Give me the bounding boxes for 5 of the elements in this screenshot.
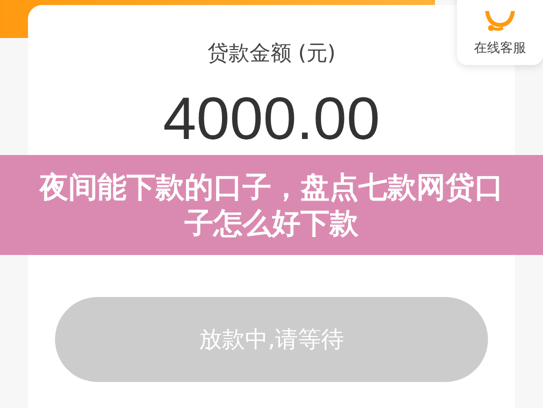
banner-title: 夜间能下款的口子，盘点七款网贷口子怎么好下款 [38, 168, 504, 242]
customer-service-button[interactable]: 在线客服 [457, 0, 543, 65]
headset-icon [483, 11, 517, 33]
loan-amount-label: 贷款金额 (元) [207, 40, 336, 67]
loan-amount: 4000.00 [163, 89, 380, 149]
